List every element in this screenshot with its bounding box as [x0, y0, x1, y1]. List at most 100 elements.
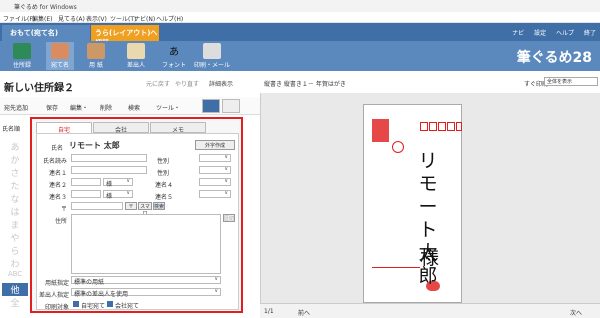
redo-link[interactable]: やり直す	[175, 79, 199, 88]
search-address-button[interactable]: 検索	[153, 202, 165, 210]
postcard-icon	[51, 43, 69, 59]
menu-view[interactable]: 表示(V)	[86, 14, 107, 23]
address-book-button[interactable]: 住所録	[8, 42, 36, 70]
renmei3-title-select[interactable]: 様	[103, 190, 133, 200]
paper-label: 用紙指定	[44, 280, 69, 287]
search-button[interactable]: 検索	[128, 103, 140, 112]
smart-button[interactable]: スマ口	[138, 202, 152, 217]
tab-office[interactable]: 会社	[93, 122, 149, 134]
home-tab-panel: 氏名 リモート 太郎 外字作成 氏名読み 性別 連名１ 性別 連名２ 様 連名４…	[36, 133, 239, 311]
kana-ka[interactable]: か	[2, 153, 28, 166]
list-view-button[interactable]	[222, 99, 240, 113]
address-textarea[interactable]	[71, 214, 221, 274]
postal-box	[456, 122, 462, 131]
gaiji-button[interactable]: 外字作成	[195, 140, 235, 150]
card-view-button[interactable]	[202, 99, 220, 113]
yomi-input[interactable]	[71, 154, 147, 162]
sender-postal-line	[372, 267, 420, 277]
renmei1-gender-select[interactable]	[199, 166, 231, 174]
undo-link[interactable]: 元に戻す	[146, 79, 170, 88]
sender-button[interactable]: 差出人	[122, 42, 150, 70]
renmei2-input[interactable]	[71, 178, 101, 186]
postal-box	[438, 122, 446, 131]
tab-back[interactable]: うら(レイアウト)へ切替	[91, 25, 159, 47]
zip-input[interactable]	[71, 202, 123, 210]
renmei4-label: 連名４	[154, 182, 173, 189]
kana-ma[interactable]: ま	[2, 218, 28, 231]
page-indicator: 1/1	[264, 308, 274, 315]
kana-na[interactable]: な	[2, 192, 28, 205]
kana-other[interactable]: 他	[2, 283, 28, 296]
kana-ra[interactable]: ら	[2, 244, 28, 257]
menu-view-a[interactable]: 見てる(A)	[58, 14, 85, 23]
kana-ha[interactable]: は	[2, 205, 28, 218]
card-honorific: 様	[420, 247, 440, 269]
zip-label: 〒	[60, 206, 67, 213]
menu-help[interactable]: ヘルプ(H)	[156, 14, 183, 23]
preview-footer: 1/1 前へ 次へ	[260, 303, 600, 318]
save-button[interactable]: 保存	[46, 103, 58, 112]
gender-select[interactable]	[199, 154, 231, 162]
kana-abc[interactable]: ABC	[2, 270, 28, 283]
renmei1-label: 連名１	[48, 170, 67, 177]
sort-select[interactable]: 氏名順	[2, 124, 20, 133]
settings-link[interactable]: 設定	[534, 30, 546, 37]
detail-view-link[interactable]: 詳細表示	[209, 79, 233, 88]
renmei1-input[interactable]	[71, 166, 147, 174]
kana-ya[interactable]: や	[2, 231, 28, 244]
edit-menu[interactable]: 編集・	[70, 103, 88, 112]
menu-tools[interactable]: ツール(T)	[110, 14, 136, 23]
delete-button[interactable]: 削除	[100, 103, 112, 112]
paper-select[interactable]: 標準の用紙	[71, 276, 221, 286]
next-button[interactable]: 次へ	[570, 308, 582, 317]
app-logo: 筆ぐるめ28	[516, 50, 592, 66]
tab-memo[interactable]: メモ	[150, 122, 206, 134]
print-mail-button[interactable]: 印刷・メール	[194, 42, 230, 70]
menu-edit[interactable]: 編集(E)	[32, 14, 52, 23]
sender-icon	[127, 43, 145, 59]
menu-file[interactable]: ファイル(F)	[3, 14, 35, 23]
renmei2-label: 連名２	[48, 182, 67, 189]
tab-home[interactable]: 自宅	[36, 122, 92, 134]
tools-menu[interactable]: ツール・	[156, 103, 180, 112]
renmei3-input[interactable]	[71, 190, 101, 198]
postcard-preview[interactable]	[363, 104, 462, 303]
office-print-label: 会社宛て	[115, 303, 140, 310]
home-print-checkbox[interactable]	[73, 301, 79, 307]
renmei3-label: 連名３	[48, 194, 67, 201]
menu-navi[interactable]: ナビ(N)	[134, 14, 155, 23]
address-label: 住所	[54, 218, 67, 225]
tab-front[interactable]: おもて(宛て名)	[2, 25, 90, 41]
font-button[interactable]: あフォント	[160, 42, 188, 70]
nenga-mark	[392, 141, 404, 153]
postal-box	[429, 122, 437, 131]
zip-search-button[interactable]: 〒	[125, 202, 137, 210]
kana-ta[interactable]: た	[2, 179, 28, 192]
recipient-button[interactable]: 宛て名	[46, 42, 74, 70]
renmei5-title-select[interactable]	[199, 190, 231, 198]
exit-link[interactable]: 終了	[584, 30, 596, 37]
help-link[interactable]: ヘルプ	[556, 30, 574, 37]
renmei1-gender-label: 性別	[156, 170, 169, 177]
sender-select[interactable]: 標準の差出人を使用	[71, 288, 221, 298]
kana-wa[interactable]: わ	[2, 257, 28, 270]
office-print-checkbox[interactable]	[107, 301, 113, 307]
address-book-name: 新しい住所録２	[4, 83, 74, 94]
kana-all[interactable]: 全	[2, 296, 28, 309]
add-recipient-button[interactable]: 宛先追加	[4, 103, 28, 112]
prev-button[interactable]: 前へ	[298, 308, 310, 317]
paper-button[interactable]: 用 紙	[82, 42, 110, 70]
navi-link[interactable]: ナビ	[512, 30, 524, 37]
kana-a[interactable]: あ	[2, 140, 28, 153]
address-split-button[interactable]: 区切	[223, 214, 235, 222]
main-toolbar: 住所録 宛て名 用 紙 差出人 あフォント 印刷・メール	[0, 41, 600, 71]
paper-icon	[87, 43, 105, 59]
name-input[interactable]: リモート 太郎	[67, 140, 187, 151]
kana-sa[interactable]: さ	[2, 166, 28, 179]
address-tabs: 自宅 会社 メモ	[36, 122, 206, 134]
renmei4-title-select[interactable]	[199, 178, 231, 186]
font-icon: あ	[165, 43, 183, 59]
renmei2-title-select[interactable]: 様	[103, 178, 133, 188]
gender-label: 性別	[156, 158, 169, 165]
zoom-select[interactable]: 全体を表示	[544, 77, 598, 86]
